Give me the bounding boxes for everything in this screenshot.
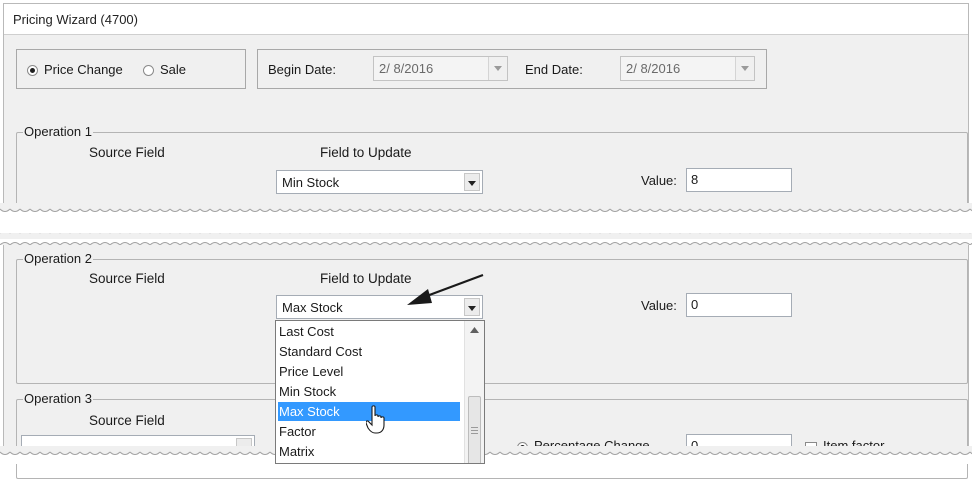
hand-cursor-icon	[366, 405, 385, 434]
annotation-arrow	[407, 273, 484, 305]
